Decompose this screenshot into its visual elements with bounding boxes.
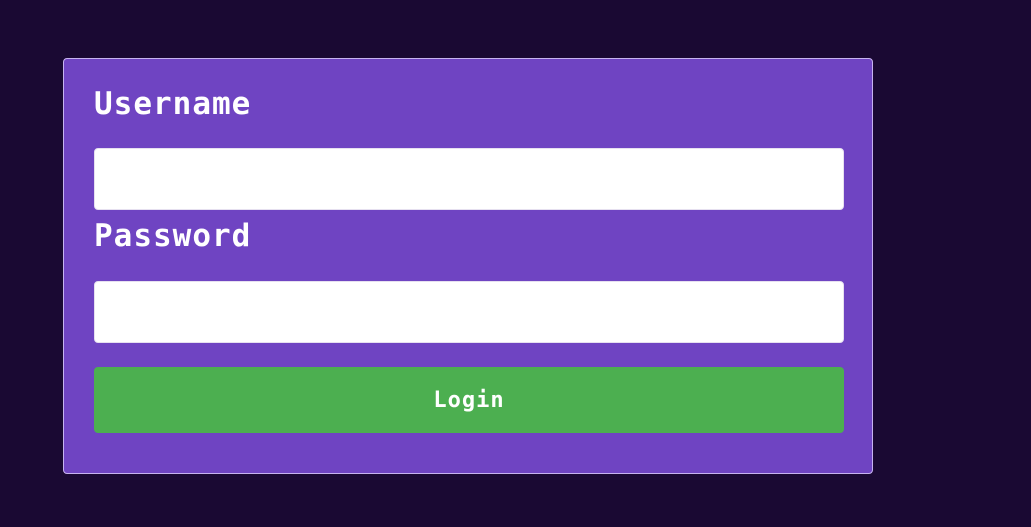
username-input[interactable] xyxy=(94,148,844,210)
password-input[interactable] xyxy=(94,281,844,343)
login-button[interactable]: Login xyxy=(94,367,844,433)
login-form: Username Password Login xyxy=(63,58,873,474)
password-label: Password xyxy=(94,218,252,254)
username-label: Username xyxy=(94,86,252,122)
